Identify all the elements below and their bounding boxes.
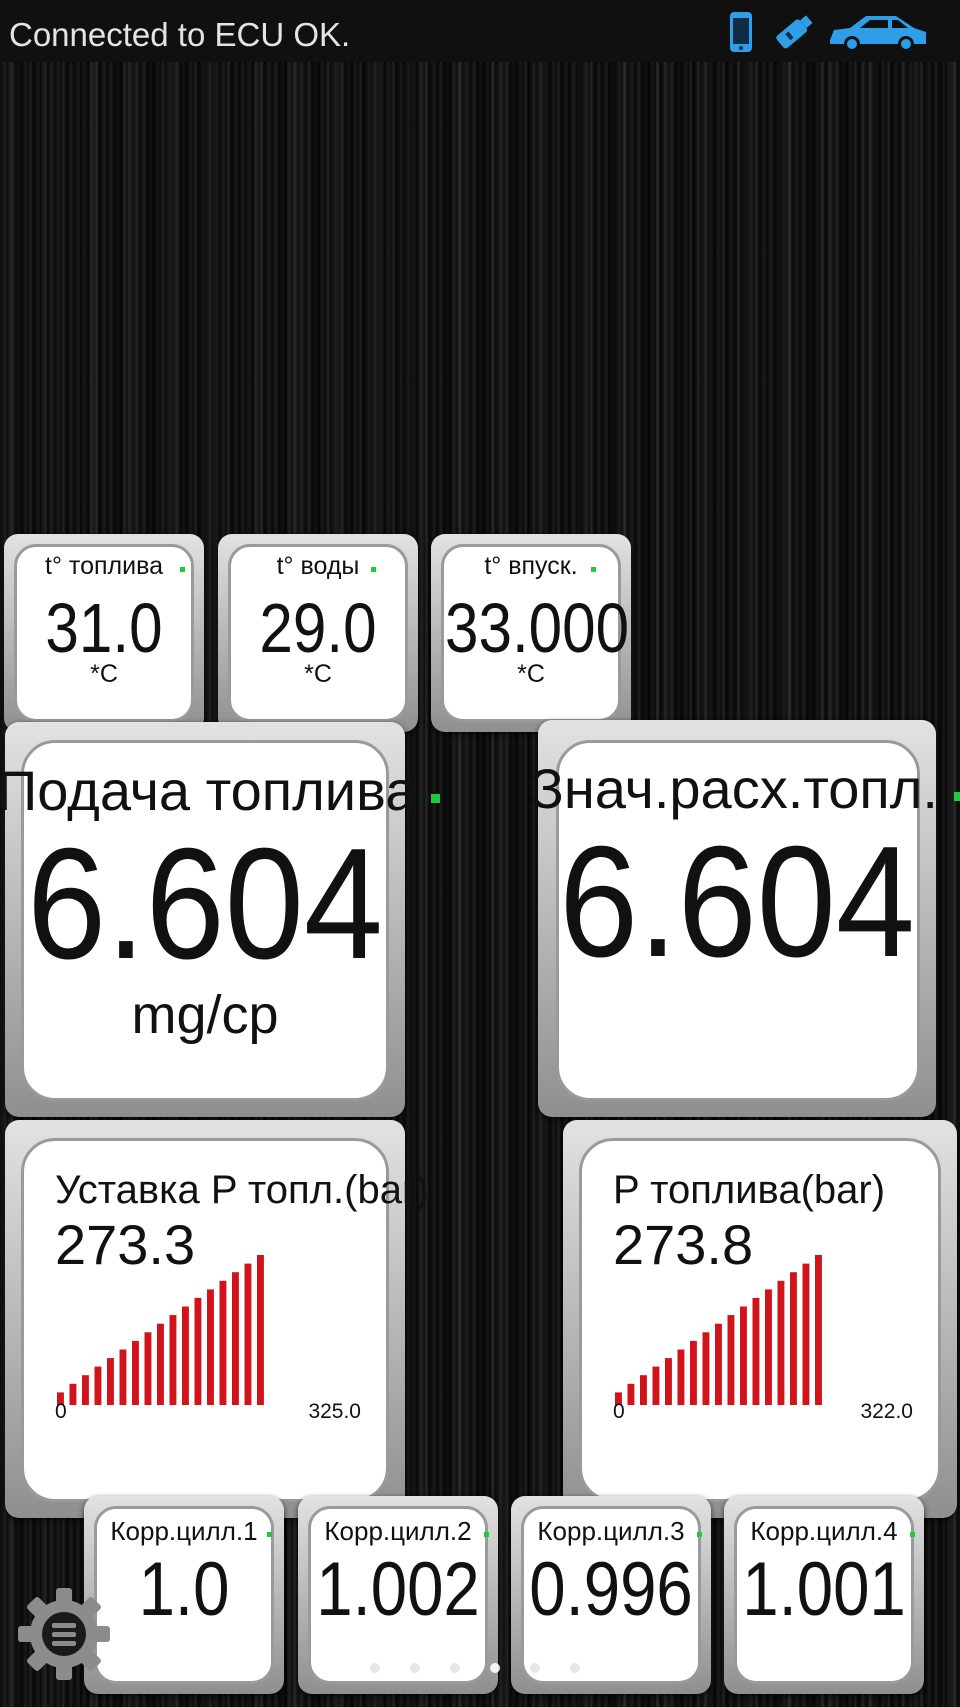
live-indicator bbox=[954, 792, 960, 801]
gauge-value: 33.000 bbox=[445, 589, 630, 667]
bar-segment bbox=[752, 1297, 760, 1405]
gauge-label: Корр.цилл.2 bbox=[324, 1516, 472, 1546]
gauge-label: Корр.цилл.4 bbox=[750, 1516, 898, 1546]
bar-segment bbox=[69, 1383, 77, 1405]
bar-segment bbox=[82, 1375, 89, 1405]
bar-graph bbox=[615, 1255, 822, 1405]
gauge-label: t° воды bbox=[276, 552, 360, 580]
connection-status: Connected to ECU OK. bbox=[9, 16, 351, 53]
bar-segment bbox=[715, 1323, 722, 1405]
gauge-label: t° топлива bbox=[45, 552, 163, 580]
bar-graph bbox=[57, 1255, 264, 1405]
cylinder-4-correction-gauge[interactable]: Корр.цилл.4 1.001 bbox=[724, 1496, 924, 1694]
live-indicator bbox=[697, 1532, 702, 1537]
gauge-value: 6.604 bbox=[27, 816, 383, 992]
bar-segment bbox=[232, 1272, 239, 1405]
page-dot[interactable] bbox=[570, 1663, 580, 1673]
bar-segment bbox=[777, 1280, 785, 1405]
bar-segment bbox=[107, 1358, 114, 1405]
gauge-value: 1.001 bbox=[742, 1547, 906, 1632]
bar-segment bbox=[207, 1289, 214, 1405]
bar-segment bbox=[194, 1297, 202, 1405]
settings-gear-icon[interactable] bbox=[16, 1586, 112, 1682]
coolant-temp-gauge[interactable]: t° воды 29.0 *C bbox=[218, 534, 418, 732]
bar-segment bbox=[727, 1315, 735, 1405]
page-dot[interactable] bbox=[490, 1663, 500, 1673]
gauge-label: Корр.цилл.3 bbox=[537, 1516, 685, 1546]
bar-segment bbox=[94, 1366, 102, 1405]
scale-min-label: 0 bbox=[613, 1400, 625, 1423]
live-indicator bbox=[371, 567, 376, 572]
page-dot[interactable] bbox=[450, 1663, 460, 1673]
bar-segment bbox=[169, 1315, 177, 1405]
gauge-label: t° впуск. bbox=[484, 552, 578, 580]
fuel-consumption-gauge[interactable]: Знач.расх.топл. 6.604 bbox=[530, 720, 938, 1117]
bar-segment bbox=[690, 1340, 697, 1405]
gauge-label: Корр.цилл.1 bbox=[110, 1516, 258, 1546]
fuel-injection-gauge[interactable]: Подача топлива 6.604 mg/cp bbox=[0, 722, 440, 1117]
gauge-value: 1.002 bbox=[316, 1547, 480, 1632]
status-bar: Connected to ECU OK. bbox=[0, 0, 960, 62]
gauge-unit: *C bbox=[304, 660, 332, 688]
gauge-unit: *C bbox=[517, 660, 545, 688]
gauge-label: P топлива(bar) bbox=[613, 1168, 886, 1212]
gauge-value: 29.0 bbox=[259, 589, 377, 667]
live-indicator bbox=[431, 794, 440, 803]
bar-segment bbox=[157, 1323, 164, 1405]
gauge-value: 6.604 bbox=[559, 814, 915, 990]
page-dot[interactable] bbox=[410, 1663, 420, 1673]
page-dot[interactable] bbox=[530, 1663, 540, 1673]
live-indicator bbox=[484, 1532, 489, 1537]
scale-max-label: 325.0 bbox=[308, 1400, 361, 1423]
fuel-pressure-gauge[interactable]: P топлива(bar) 273.8 0 322.0 bbox=[563, 1120, 957, 1518]
gauge-unit: mg/cp bbox=[131, 985, 279, 1045]
usb-adapter-icon[interactable] bbox=[770, 10, 818, 54]
gauge-label: Уставка P топл.(bar) bbox=[55, 1168, 429, 1212]
bar-segment bbox=[740, 1306, 747, 1405]
bar-segment bbox=[802, 1263, 810, 1405]
gauge-value: 0.996 bbox=[529, 1547, 693, 1632]
bar-segment bbox=[144, 1332, 152, 1405]
bar-segment bbox=[652, 1366, 660, 1405]
page-indicator bbox=[370, 1660, 610, 1678]
bar-segment bbox=[132, 1340, 139, 1405]
live-indicator bbox=[591, 567, 596, 572]
phone-icon[interactable] bbox=[727, 10, 755, 54]
bar-segment bbox=[815, 1255, 822, 1405]
bar-segment bbox=[257, 1255, 264, 1405]
page-dot[interactable] bbox=[370, 1663, 380, 1673]
cylinder-1-correction-gauge[interactable]: Корр.цилл.1 1.0 bbox=[84, 1496, 284, 1694]
bar-segment bbox=[677, 1349, 685, 1405]
live-indicator bbox=[267, 1532, 272, 1537]
bar-segment bbox=[790, 1272, 797, 1405]
bar-segment bbox=[182, 1306, 189, 1405]
bar-segment bbox=[702, 1332, 710, 1405]
gauge-value: 1.0 bbox=[138, 1547, 230, 1632]
bar-segment bbox=[627, 1383, 635, 1405]
bar-segment bbox=[219, 1280, 227, 1405]
gauge-value: 31.0 bbox=[45, 589, 163, 667]
scale-max-label: 322.0 bbox=[860, 1400, 913, 1423]
bar-segment bbox=[765, 1289, 772, 1405]
car-icon[interactable] bbox=[826, 10, 930, 56]
bar-segment bbox=[640, 1375, 647, 1405]
bar-segment bbox=[665, 1358, 672, 1405]
scale-min-label: 0 bbox=[55, 1400, 67, 1423]
fuel-pressure-setpoint-gauge[interactable]: Уставка P топл.(bar) 273.3 0 325.0 bbox=[5, 1120, 429, 1518]
fuel-temp-gauge[interactable]: t° топлива 31.0 *C bbox=[4, 534, 204, 732]
bar-segment bbox=[244, 1263, 252, 1405]
live-indicator bbox=[910, 1532, 915, 1537]
live-indicator bbox=[180, 567, 185, 572]
gauge-unit: *C bbox=[90, 660, 118, 688]
intake-temp-gauge[interactable]: t° впуск. 33.000 *C bbox=[431, 534, 631, 732]
bar-segment bbox=[119, 1349, 127, 1405]
